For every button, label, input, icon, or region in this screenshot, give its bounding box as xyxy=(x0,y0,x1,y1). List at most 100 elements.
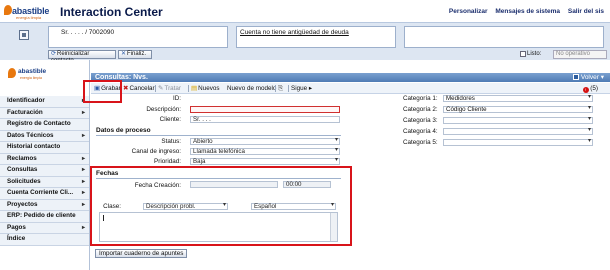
sidebar-item-label: Cuenta Corriente Cli... xyxy=(7,189,74,196)
copy-icon: ⎘ xyxy=(278,85,284,92)
sidebar-item-facturacion[interactable]: Facturación ▸ xyxy=(0,107,89,119)
ready-toggle[interactable]: Listo: xyxy=(520,51,541,57)
category-2-select[interactable]: Código Cliente xyxy=(443,106,593,113)
refresh-icon: ⟳ xyxy=(51,51,57,57)
priority-select[interactable]: Baja xyxy=(190,158,340,165)
chevron-right-icon: ▸ xyxy=(81,224,85,231)
finalize-button[interactable]: ✕Finaliz. xyxy=(118,50,152,59)
sidebar-item-solicitudes[interactable]: Solicitudes ▸ xyxy=(0,176,89,188)
ready-label: Listo xyxy=(527,51,540,57)
app-title: Interaction Center xyxy=(60,5,163,19)
id-label: ID: xyxy=(172,95,181,102)
text-cursor xyxy=(103,215,104,221)
new-document-icon: ▤ xyxy=(191,85,198,92)
reset-contact-button[interactable]: ⟳Reinicializar contacto xyxy=(48,50,116,64)
created-time-field[interactable]: 00:00 xyxy=(283,181,331,188)
toolbar-divider xyxy=(155,85,156,92)
new-from-model-button[interactable]: Nuevo de modelo xyxy=(227,83,276,94)
alert-count: (5) xyxy=(590,85,598,92)
section-divider xyxy=(96,178,341,179)
sidebar-item-consultas[interactable]: Consultas ▸ xyxy=(0,165,89,177)
back-button[interactable]: Volver ▾ xyxy=(572,73,604,82)
toolbar-divider xyxy=(288,85,289,92)
chevron-down-icon: ▾ xyxy=(600,74,604,81)
category-3-select[interactable] xyxy=(443,117,593,124)
new-label: Nuevos xyxy=(198,85,220,92)
created-date-field[interactable] xyxy=(190,181,278,188)
import-notebook-button[interactable]: Importar cuaderno de apuntes xyxy=(95,249,188,258)
class-select[interactable]: Descripción probl. xyxy=(143,203,228,210)
process-section-title: Datos de proceso xyxy=(96,127,151,134)
description-field[interactable] xyxy=(190,106,340,113)
logout-link[interactable]: Salir del sis xyxy=(568,8,604,15)
sidebar-item-datos-tecnicos[interactable]: Datos Técnicos ▸ xyxy=(0,130,89,142)
account-info-box: Sr. . . . . / 7002090 xyxy=(48,26,228,48)
chevron-right-icon: ▸ xyxy=(81,167,85,173)
category-3-label: Categoría 3: xyxy=(403,117,438,124)
main-panel: Consultas: Nvs. Volver ▾ ▣Grabar ✖Cancel… xyxy=(91,60,610,270)
dates-section-title: Fechas xyxy=(96,170,119,177)
account-text: Sr. . . . . / 7002090 xyxy=(61,29,115,36)
ready-checkbox[interactable] xyxy=(520,51,526,57)
back-icon xyxy=(572,74,579,80)
top-header: abastible energía limpia Interaction Cen… xyxy=(0,0,610,22)
category-1-label: Categoría 1: xyxy=(403,95,438,102)
new-button[interactable]: ▤Nuevos xyxy=(191,83,220,94)
sidebar-item-label: Registro de Contacto xyxy=(7,120,71,127)
toolbar-divider xyxy=(188,85,189,92)
process-label: Tratar xyxy=(164,85,182,92)
chevron-right-icon: ▸ xyxy=(81,132,85,139)
chevron-right-icon: ▸ xyxy=(81,178,85,185)
sidebar-item-pagos[interactable]: Pagos ▸ xyxy=(0,222,89,234)
sidebar-item-label: ERP: Pedido de cliente xyxy=(7,212,76,219)
system-messages-link[interactable]: Mensajes de sistema xyxy=(495,8,560,15)
sidebar-item-reclamos[interactable]: Reclamos ▸ xyxy=(0,153,89,165)
sidebar-item-indice[interactable]: Índice xyxy=(0,234,89,246)
finalize-label: Finaliz. xyxy=(127,51,147,57)
next-button[interactable]: Sigue ▸ xyxy=(291,83,312,94)
category-4-select[interactable] xyxy=(443,128,593,135)
client-label: Cliente: xyxy=(159,116,181,123)
channel-label: Canal de ingreso: xyxy=(131,148,181,155)
sidebar-item-label: Historial contacto xyxy=(7,143,61,150)
chevron-right-icon: ▸ xyxy=(81,98,85,104)
category-5-select[interactable] xyxy=(443,139,593,146)
client-field[interactable]: Sr. . . . xyxy=(190,116,340,123)
account-card-icon[interactable] xyxy=(19,30,29,40)
class-label: Clase: xyxy=(103,203,121,210)
sidebar-item-label: Solicitudes xyxy=(7,177,41,185)
section-divider xyxy=(96,135,341,136)
sidebar-item-label: Consultas xyxy=(7,166,38,173)
chevron-down-icon: ▸ xyxy=(307,85,313,92)
channel-select[interactable]: Llamada telefónica xyxy=(190,148,340,155)
close-icon: ✕ xyxy=(121,51,127,57)
description-label: Descripción: xyxy=(146,106,181,113)
alert-icon: ! xyxy=(582,87,589,93)
sidebar-item-identificador[interactable]: Identificador ▸ xyxy=(0,96,89,108)
alerts-indicator[interactable]: ! (5) xyxy=(582,83,598,94)
category-1-select[interactable]: Medidores xyxy=(443,95,593,102)
sidebar-logo-text: abastible xyxy=(18,68,47,75)
sidebar-item-historial-contacto[interactable]: Historial contacto xyxy=(0,142,89,154)
toolbar-divider xyxy=(120,85,121,92)
page-title: Consultas: Nvs. xyxy=(91,73,610,82)
form-area: ID: Descripción: Cliente: Sr. . . . Dato… xyxy=(91,95,610,270)
notes-textarea[interactable] xyxy=(99,212,338,242)
save-button[interactable]: ▣Grabar xyxy=(94,83,121,94)
copy-button[interactable]: ⎘ xyxy=(278,83,284,94)
process-button[interactable]: ✎Tratar xyxy=(158,83,181,94)
toolbar: ▣Grabar ✖Cancelar ✎Tratar ▤Nuevos Nuevo … xyxy=(91,83,610,94)
status-select[interactable]: Abierto xyxy=(190,138,340,145)
chevron-right-icon: ▸ xyxy=(81,155,85,162)
sidebar-item-cuenta-corriente[interactable]: Cuenta Corriente Cli... ▸ xyxy=(0,188,89,200)
sidebar-item-erp-pedido[interactable]: ERP: Pedido de cliente xyxy=(0,211,89,223)
personalize-link[interactable]: Personalizar xyxy=(449,8,488,15)
agent-status-select[interactable]: No operativo xyxy=(553,50,607,59)
sidebar-item-label: Pagos xyxy=(7,223,26,231)
cancel-button[interactable]: ✖Cancelar xyxy=(123,83,155,94)
language-select[interactable]: Español xyxy=(251,203,336,210)
chevron-right-icon: ▸ xyxy=(81,190,85,196)
sidebar-item-registro-contacto[interactable]: Registro de Contacto xyxy=(0,119,89,131)
textarea-scrollbar[interactable] xyxy=(330,213,337,241)
debt-notice-link[interactable]: Cuenta no tiene antigüedad de deuda xyxy=(240,29,349,36)
